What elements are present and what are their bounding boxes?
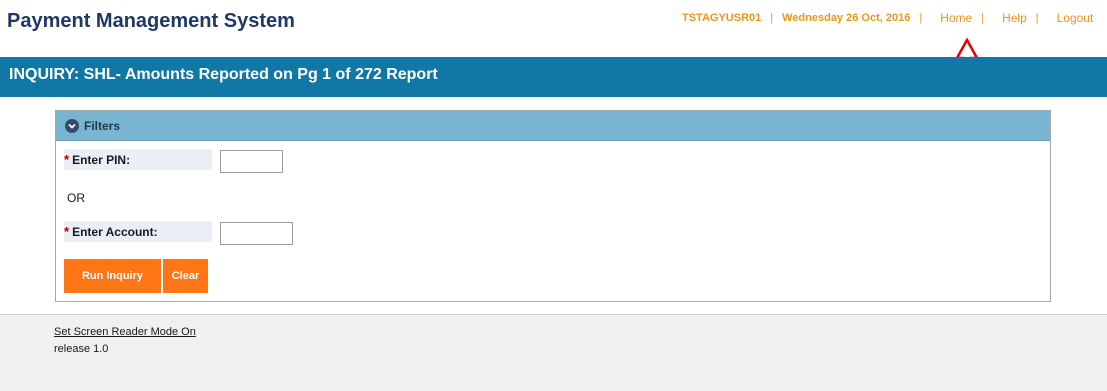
home-link[interactable]: Home xyxy=(940,11,972,25)
clear-button[interactable]: Clear xyxy=(163,259,208,293)
or-text: OR xyxy=(67,191,85,205)
account-label-text: Enter Account: xyxy=(72,224,158,239)
separator: | xyxy=(770,12,774,24)
screen-reader-link[interactable]: Set Screen Reader Mode On xyxy=(54,326,196,338)
run-inquiry-button[interactable]: Run Inquiry xyxy=(64,259,161,293)
separator: | xyxy=(981,12,985,24)
pin-label-text: Enter PIN: xyxy=(72,152,131,167)
page-banner: INQUIRY: SHL- Amounts Reported on Pg 1 o… xyxy=(0,57,1107,97)
current-date: Wednesday 26 Oct, 2016 xyxy=(782,12,911,24)
help-link[interactable]: Help xyxy=(1002,11,1027,25)
username: TSTAGYUSR01 xyxy=(682,12,762,24)
pin-label: * Enter PIN: xyxy=(64,149,212,170)
release-version: release 1.0 xyxy=(54,343,109,355)
filters-title: Filters xyxy=(84,118,121,133)
separator: | xyxy=(1035,12,1039,24)
account-input[interactable] xyxy=(220,222,293,245)
user-bar: TSTAGYUSR01 | Wednesday 26 Oct, 2016 | H… xyxy=(679,10,1093,26)
filters-header[interactable]: Filters xyxy=(56,111,1050,141)
page-title: INQUIRY: SHL- Amounts Reported on Pg 1 o… xyxy=(9,66,438,83)
app-title: Payment Management System xyxy=(7,10,295,32)
filters-panel: Filters * Enter PIN: OR * Enter Account:… xyxy=(55,110,1051,302)
required-marker: * xyxy=(64,224,70,239)
pin-input[interactable] xyxy=(220,150,283,173)
chevron-down-icon[interactable] xyxy=(65,118,79,133)
required-marker: * xyxy=(64,152,70,167)
separator: | xyxy=(919,12,923,24)
footer: Set Screen Reader Mode On release 1.0 xyxy=(0,314,1107,391)
account-label: * Enter Account: xyxy=(64,221,212,242)
logout-link[interactable]: Logout xyxy=(1057,11,1094,25)
